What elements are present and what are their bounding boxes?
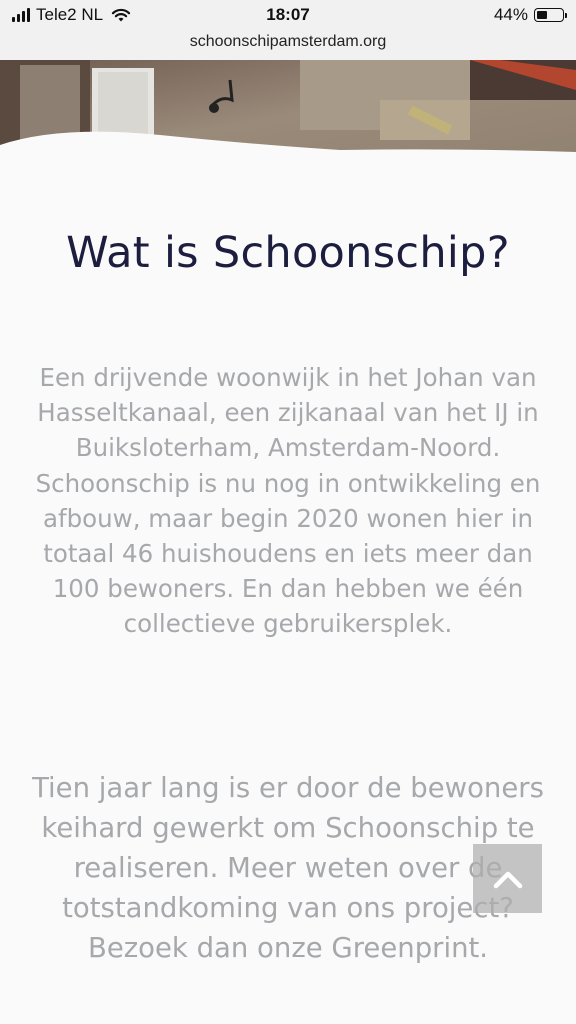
status-time: 18:07 [266,5,310,24]
hero-photo [0,60,576,170]
battery-percent: 44% [493,5,528,24]
url-text[interactable]: schoonschipamsterdam.org [190,33,387,50]
chevron-up-icon [493,871,522,888]
battery-level [537,11,548,19]
status-bar: Tele2 NL 18:07 44% [0,0,576,30]
status-right: 44% [493,5,567,25]
intro-paragraph: Een drijvende woonwijk in het Johan van … [35,363,541,639]
hero-image [0,60,576,170]
address-bar[interactable]: schoonschipamsterdam.org [0,30,576,60]
battery-icon [534,8,567,22]
history-paragraph: Tien jaar lang is er door de bewoners ke… [32,772,544,964]
scroll-to-top-button[interactable] [473,844,542,913]
battery-tip [565,13,567,18]
page-title: Wat is Schoonschip? [66,228,510,278]
